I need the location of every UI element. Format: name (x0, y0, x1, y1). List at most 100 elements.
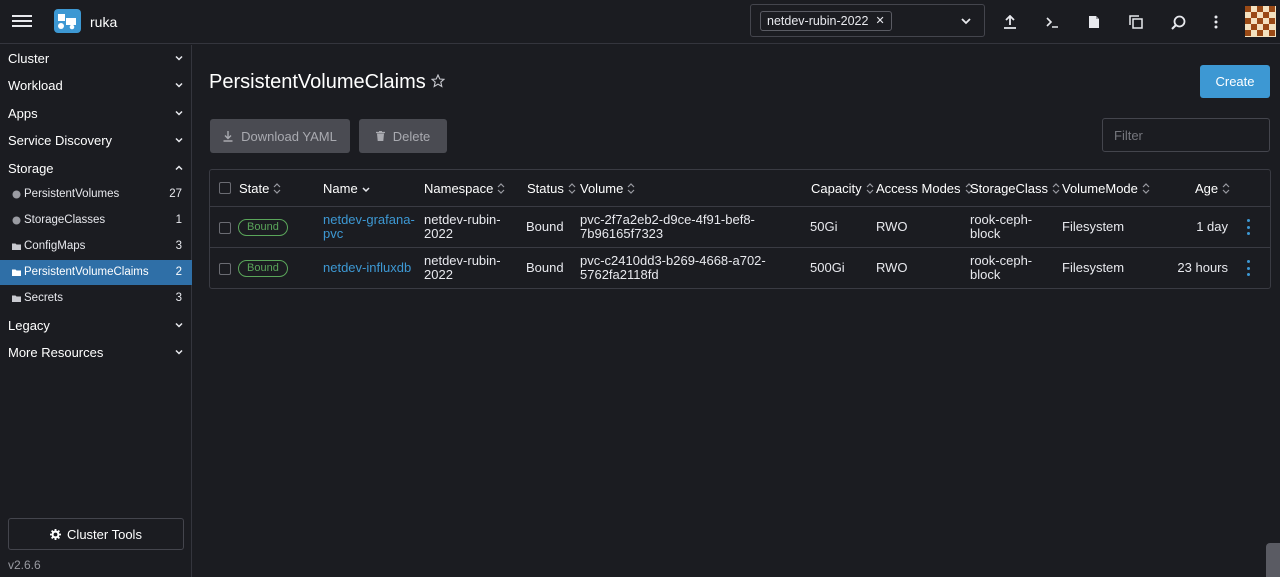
more-vert-icon[interactable] (1207, 13, 1225, 31)
column-header-access-modes[interactable]: Access Modes (876, 181, 973, 196)
volume-line: 5762fa2118fd (580, 267, 659, 282)
top-header: ruka netdev-rubin-2022 ✕ (0, 0, 1280, 44)
create-button[interactable]: Create (1200, 65, 1270, 98)
column-header-capacity[interactable]: Capacity (811, 181, 874, 196)
sidebar-item-persistentvolumes[interactable]: PersistentVolumes 27 (0, 182, 192, 207)
sidebar-item-label: StorageClasses (24, 214, 106, 226)
status-cell: Bound (526, 260, 564, 275)
column-header-age[interactable]: Age (1195, 181, 1230, 196)
cluster-logo-icon[interactable] (54, 9, 81, 33)
chevron-down-icon (175, 55, 183, 61)
column-header-label: Name (323, 181, 358, 196)
kubectl-shell-icon[interactable] (1043, 13, 1061, 31)
nav-group-service-discovery[interactable]: Service Discovery (0, 127, 192, 153)
sidebar-item-label: Secrets (24, 292, 63, 304)
sidebar-item-storageclasses[interactable]: StorageClasses 1 (0, 208, 192, 233)
column-header-namespace[interactable]: Namespace (424, 181, 505, 196)
column-header-volume[interactable]: Volume (580, 181, 635, 196)
capacity-cell: 500Gi (810, 260, 845, 275)
pvc-name-link[interactable]: netdev-influxdb (323, 261, 411, 275)
delete-button[interactable]: Delete (359, 119, 447, 153)
storageclass-line: rook-ceph- (970, 212, 1033, 227)
pvc-name-link[interactable]: netdev-grafana- pvc (323, 213, 415, 241)
nav-group-legacy[interactable]: Legacy (0, 312, 192, 338)
namespace-cell: netdev-rubin- 2022 (424, 213, 501, 241)
storageclass-line: block (970, 226, 1001, 241)
nav-group-label: Apps (8, 106, 38, 121)
nav-group-more-resources[interactable]: More Resources (0, 339, 192, 365)
sort-icon (1052, 183, 1060, 194)
nav-group-label: Legacy (8, 318, 50, 333)
access-modes-cell: RWO (876, 260, 908, 275)
cluster-tools-button[interactable]: Cluster Tools (8, 518, 184, 550)
row-checkbox[interactable] (219, 263, 231, 275)
column-header-label: State (239, 181, 270, 196)
trash-icon (375, 131, 385, 141)
remove-namespace-icon[interactable]: ✕ (875, 12, 884, 30)
column-header-label: Namespace (424, 181, 494, 196)
column-header-state[interactable]: State (239, 181, 281, 196)
download-yaml-button[interactable]: Download YAML (210, 119, 350, 153)
copy-kubeconfig-icon[interactable] (1127, 13, 1145, 31)
column-header-status[interactable]: Status (527, 181, 576, 196)
sort-descending-icon (362, 187, 370, 193)
row-checkbox[interactable] (219, 222, 231, 234)
pvc-table: State Name Namespace Status Volume Capac… (209, 169, 1271, 289)
volume-cell: pvc-c2410dd3-b269-4668-a702- 5762fa2118f… (580, 254, 766, 282)
row-actions-menu-icon[interactable] (1243, 219, 1253, 235)
namespace-chip: netdev-rubin-2022 ✕ (760, 11, 892, 31)
cluster-tools-label: Cluster Tools (67, 526, 142, 542)
nav-group-storage[interactable]: Storage (0, 155, 192, 181)
favorite-star-icon[interactable] (431, 74, 445, 88)
column-header-storageclass[interactable]: StorageClass (970, 181, 1060, 196)
user-avatar[interactable] (1245, 6, 1276, 37)
pvc-name-line: netdev-influxdb (323, 260, 412, 275)
sidebar-item-count: 1 (175, 214, 182, 226)
nav-group-workload[interactable]: Workload (0, 72, 192, 98)
hamburger-menu-icon[interactable] (12, 12, 32, 30)
column-header-name[interactable]: Name (323, 181, 370, 196)
search-icon[interactable] (1169, 13, 1187, 31)
state-badge: Bound (238, 219, 288, 236)
filter-input[interactable] (1102, 118, 1270, 152)
sidebar-item-label: PersistentVolumes (24, 188, 120, 200)
sort-icon (273, 183, 281, 194)
namespace-filter-select[interactable]: netdev-rubin-2022 ✕ (750, 4, 985, 37)
version-label: v2.6.6 (8, 558, 41, 572)
volume-line: 7b96165f7323 (580, 226, 664, 241)
sidebar-item-persistentvolumeclaims[interactable]: PersistentVolumeClaims 2 (0, 260, 192, 285)
sidebar-item-configmaps[interactable]: ConfigMaps 3 (0, 234, 192, 259)
row-divider (210, 247, 1270, 248)
volume-line: pvc-c2410dd3-b269-4668-a702- (580, 253, 766, 268)
folder-icon (12, 295, 21, 302)
page-title: PersistentVolumeClaims (209, 71, 426, 93)
nav-group-label: Workload (8, 78, 63, 93)
header-divider (210, 206, 1270, 207)
namespace-line: netdev-rubin- (424, 212, 501, 227)
state-badge: Bound (238, 260, 288, 277)
circle-icon (12, 190, 21, 199)
cluster-name[interactable]: ruka (90, 14, 117, 30)
row-actions-menu-icon[interactable] (1243, 260, 1253, 276)
storageclass-cell: rook-ceph- block (970, 213, 1032, 241)
folder-icon (12, 243, 21, 250)
sidebar-item-count: 27 (169, 188, 182, 200)
sidebar: Cluster Workload Apps Service Discovery … (0, 45, 192, 577)
sidebar-item-secrets[interactable]: Secrets 3 (0, 286, 192, 311)
nav-group-cluster[interactable]: Cluster (0, 45, 192, 71)
column-header-volumemode[interactable]: VolumeMode (1062, 181, 1150, 196)
kubeconfig-file-icon[interactable] (1085, 13, 1103, 31)
chevron-down-icon (961, 18, 971, 25)
sidebar-item-label: PersistentVolumeClaims (24, 266, 149, 278)
select-all-checkbox[interactable] (219, 182, 231, 194)
chevron-up-icon (175, 165, 183, 171)
column-header-label: VolumeMode (1062, 181, 1138, 196)
capacity-cell: 50Gi (810, 219, 838, 234)
import-yaml-icon[interactable] (1001, 13, 1019, 31)
nav-group-apps[interactable]: Apps (0, 100, 192, 126)
sort-icon (1222, 183, 1230, 194)
floating-widget-tab[interactable] (1266, 543, 1280, 577)
access-modes-cell: RWO (876, 219, 908, 234)
pvc-name-line: netdev-grafana- (323, 212, 415, 227)
volumemode-cell: Filesystem (1062, 219, 1125, 234)
